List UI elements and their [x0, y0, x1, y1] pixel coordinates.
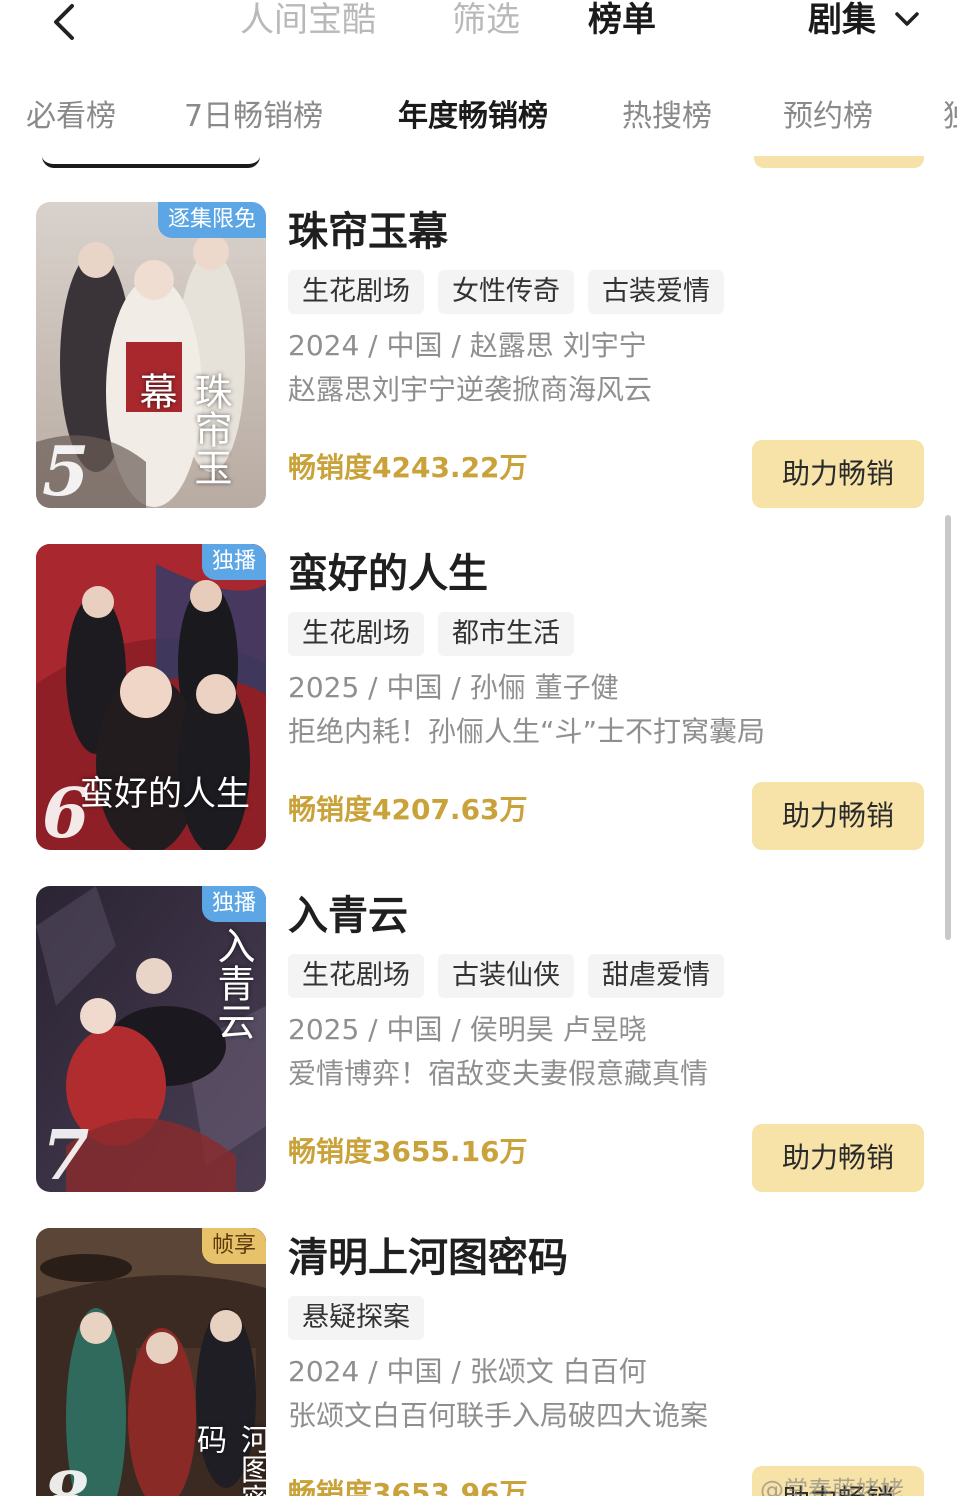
tab-must-watch[interactable]: 必看榜	[26, 92, 116, 142]
tag[interactable]: 生花剧场	[288, 954, 424, 998]
tag[interactable]: 古装仙侠	[438, 954, 574, 998]
tab-exclusive[interactable]: 独	[943, 92, 957, 142]
tag[interactable]: 生花剧场	[288, 612, 424, 656]
item-title[interactable]: 蛮好的人生	[288, 546, 488, 602]
tag[interactable]: 生花剧场	[288, 270, 424, 314]
tag-list: 生花剧场 女性传奇 古装爱情	[288, 270, 738, 314]
rank-number: 7	[42, 1116, 90, 1192]
previous-poster-edge	[42, 156, 260, 168]
sales-score: 畅销度3655.16万	[288, 1135, 528, 1168]
boost-button[interactable]: 助力畅销	[752, 782, 924, 850]
item-desc: 张颂文白百何联手入局破四大诡案	[288, 1399, 709, 1432]
back-icon[interactable]	[46, 2, 82, 42]
item-title[interactable]: 入青云	[288, 888, 408, 944]
sales-score: 畅销度4243.22万	[288, 451, 528, 484]
tag-list: 生花剧场 都市生活	[288, 612, 588, 656]
item-title[interactable]: 珠帘玉幕	[288, 204, 448, 260]
poster-title: 清明上河图密码	[191, 1424, 266, 1496]
rank-number: 8	[42, 1458, 89, 1496]
rank-number: 6	[42, 774, 90, 850]
tag[interactable]: 悬疑探案	[288, 1296, 424, 1340]
tab-7day[interactable]: 7日畅销榜	[184, 92, 323, 142]
item-desc: 爱情博弈！宿敌变夫妻假意藏真情	[288, 1057, 709, 1090]
tag[interactable]: 古装爱情	[588, 270, 724, 314]
status-badge: 独播	[201, 886, 266, 922]
rank-number: 5	[42, 432, 90, 508]
status-badge: 逐集限免	[157, 202, 266, 238]
boost-button[interactable]: 助力畅销	[752, 1124, 924, 1192]
poster-title: 珠帘玉幕	[133, 372, 232, 486]
tag[interactable]: 女性传奇	[438, 270, 574, 314]
poster-title: 入青云	[211, 926, 255, 1040]
tab-yearly[interactable]: 年度畅销榜	[398, 92, 548, 142]
nav-home[interactable]: 人间宝酷	[240, 0, 376, 40]
item-title[interactable]: 清明上河图密码	[288, 1230, 568, 1286]
poster[interactable]: 清明上河图密码 8 帧享	[36, 1228, 266, 1496]
list-item[interactable]: 珠帘玉幕 5 逐集限免 珠帘玉幕 生花剧场 女性传奇 古装爱情 2024 / 中国 …	[0, 202, 957, 512]
list-item[interactable]: 入青云 7 独播 入青云 生花剧场 古装仙侠 甜虐爱情 2025 / 中国 / 侯明…	[0, 886, 957, 1196]
item-meta: 2025 / 中国 / 侯明昊 卢昱晓	[288, 1013, 647, 1046]
chevron-down-icon[interactable]	[892, 4, 922, 34]
nav-filter[interactable]: 筛选	[452, 0, 520, 40]
item-desc: 赵露思刘宇宁逆袭掀商海风云	[288, 373, 653, 406]
poster[interactable]: 蛮好的人生 6 独播	[36, 544, 266, 850]
nav-ranking[interactable]: 榜单	[588, 0, 656, 40]
watermark: @堂春藤姥姥	[760, 1476, 904, 1496]
tab-reservation[interactable]: 预约榜	[783, 92, 873, 142]
rank-tabs: 必看榜 7日畅销榜 年度畅销榜 热搜榜 预约榜 独	[0, 92, 957, 142]
status-badge: 独播	[201, 544, 266, 580]
previous-button-edge	[754, 156, 924, 168]
poster[interactable]: 珠帘玉幕 5 逐集限免	[36, 202, 266, 508]
item-meta: 2024 / 中国 / 张颂文 白百何	[288, 1355, 647, 1388]
item-meta: 2025 / 中国 / 孙俪 董子健	[288, 671, 619, 704]
item-meta: 2024 / 中国 / 赵露思 刘宇宁	[288, 329, 647, 362]
tag[interactable]: 甜虐爱情	[588, 954, 724, 998]
item-desc: 拒绝内耗！孙俪人生“斗”士不打窝囊局	[288, 715, 766, 748]
category-dropdown[interactable]: 剧集	[808, 0, 876, 40]
poster-title: 蛮好的人生	[80, 774, 250, 814]
tab-hot-search[interactable]: 热搜榜	[622, 92, 712, 142]
list-item[interactable]: 蛮好的人生 6 独播 蛮好的人生 生花剧场 都市生活 2025 / 中国 / 孙俪…	[0, 544, 957, 854]
tag[interactable]: 都市生活	[438, 612, 574, 656]
sales-score: 畅销度3653.96万	[288, 1477, 528, 1496]
scrollbar[interactable]	[945, 515, 951, 940]
top-nav: 人间宝酷 筛选 榜单 剧集	[0, 0, 957, 60]
status-badge: 帧享	[201, 1228, 266, 1264]
tag-list: 生花剧场 古装仙侠 甜虐爱情	[288, 954, 738, 998]
boost-button[interactable]: 助力畅销	[752, 440, 924, 508]
tag-list: 悬疑探案	[288, 1296, 438, 1340]
sales-score: 畅销度4207.63万	[288, 793, 528, 826]
list-item[interactable]: 清明上河图密码 8 帧享 清明上河图密码 悬疑探案 2024 / 中国 / 张颂…	[0, 1228, 957, 1496]
poster[interactable]: 入青云 7 独播	[36, 886, 266, 1192]
